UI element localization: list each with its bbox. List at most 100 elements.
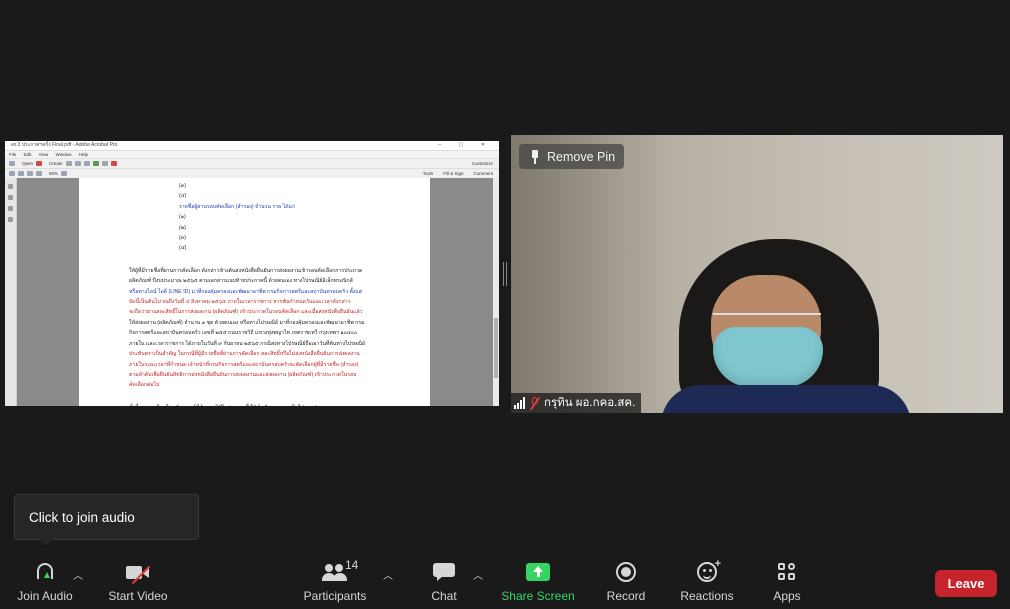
participant-name: กรุทิน ผอ.กคอ.สค. <box>544 397 636 409</box>
start-video-button[interactable]: Start Video <box>105 555 171 609</box>
shared-screen: ex.3 ประกาศฯครั้ง Final.pdf - Adobe Acro… <box>5 141 499 406</box>
reactions-button[interactable]: + Reactions <box>678 555 736 609</box>
next-page-icon <box>18 171 24 176</box>
audio-options-chevron-icon[interactable]: ︿ <box>73 567 83 582</box>
start-video-label: Start Video <box>108 589 168 603</box>
create-label: Create <box>49 161 63 166</box>
doc-line: (๔) <box>179 193 187 200</box>
participants-label: Participants <box>303 589 367 603</box>
join-audio-tooltip: Click to join audio <box>14 494 199 546</box>
remove-pin-label: Remove Pin <box>547 149 616 164</box>
remove-pin-button[interactable]: Remove Pin <box>519 144 625 169</box>
open-icon <box>9 161 15 166</box>
doc-line: (๓) <box>179 235 187 242</box>
share-screen-label: Share Screen <box>501 589 575 603</box>
customize-label: Customize <box>471 161 493 166</box>
mic-muted-icon <box>529 396 540 410</box>
pdf-page: (๓) (๔) รายชื่อผู้ผ่านรอบคัดเลือก (สำรอง) … <box>79 178 430 406</box>
apps-label: Apps <box>773 589 801 603</box>
doc-line: ให้ผู้ที่มีรายชื่อที่ผ่านการคัดเลือก ดัง… <box>129 267 363 274</box>
participants-options-chevron-icon[interactable]: ︿ <box>383 567 393 582</box>
video-background <box>511 135 671 413</box>
share-screen-button[interactable]: Share Screen <box>500 555 576 609</box>
doc-line: ทั้งนี้ รายละเอียดในหลักเกณฑ์ที่กำหนดไว้… <box>129 403 430 406</box>
doc-line: ประทับตราเป็นสำคัญ ในกรณีที่ผู้มีรายชื่อ… <box>129 351 360 358</box>
participants-button[interactable]: 14 Participants <box>300 555 370 609</box>
acrobat-title: ex.3 ประกาศฯครั้ง Final.pdf - Adobe Acro… <box>11 142 118 148</box>
menu-file: File <box>9 152 17 157</box>
sign-icon <box>110 161 117 166</box>
create-icon <box>36 161 43 166</box>
tools-label: Tools <box>422 171 434 176</box>
print-icon <box>74 161 81 166</box>
acrobat-document-area: (๓) (๔) รายชื่อผู้ผ่านรอบคัดเลือก (สำรอง) … <box>5 178 499 406</box>
leave-button[interactable]: Leave <box>935 570 997 597</box>
pin-icon <box>529 149 541 164</box>
tooltip-text: Click to join audio <box>29 509 135 525</box>
doc-line: (๑) <box>179 214 186 221</box>
select-icon <box>27 171 33 176</box>
comment-label: Comment <box>473 171 493 176</box>
join-audio-label: Join Audio <box>17 589 73 603</box>
doc-line: ภายในระยะเวลาที่กำหนด เจ้าหน้าที่กรมกิจก… <box>129 361 359 368</box>
acrobat-menubar: File Edit View Window Help <box>5 151 499 159</box>
settings-icon <box>92 161 99 166</box>
menu-window: Window <box>55 152 72 157</box>
prev-page-icon <box>9 171 15 176</box>
apps-button[interactable]: Apps <box>768 555 806 609</box>
record-label: Record <box>606 589 646 603</box>
bookmark-icon <box>8 195 13 200</box>
fit-icon <box>61 171 68 176</box>
chat-options-chevron-icon[interactable]: ︿ <box>473 567 483 582</box>
doc-line: ให้ส่งผลงาน (ผลิตภัณฑ์) จำนวน ๑ ชุด ด้วย… <box>129 319 365 326</box>
reactions-label: Reactions <box>680 589 734 603</box>
participants-count: 14 <box>345 558 359 572</box>
acrobat-toolbar-top: Open Create Customize <box>5 159 499 169</box>
signature-icon <box>8 217 13 222</box>
chat-label: Chat <box>431 589 457 603</box>
meeting-toolbar: Join Audio ︿ Start Video 14 Participants… <box>0 555 1010 609</box>
menu-help: Help <box>78 152 89 157</box>
participant-video[interactable]: Remove Pin กรุทิน ผอ.กคอ.สค. <box>511 135 1003 413</box>
view-splitter[interactable] <box>503 262 507 286</box>
acrobat-titlebar: ex.3 ประกาศฯครั้ง Final.pdf - Adobe Acro… <box>5 141 499 151</box>
doc-line: คัดเลือกต่อไป <box>129 382 160 389</box>
window-controls: – ▢ ✕ <box>438 142 493 148</box>
share-screen-icon <box>526 563 550 581</box>
record-icon <box>616 562 636 582</box>
hand-icon <box>36 171 42 176</box>
doc-line: บัดนี้เป็นต้นไป จนถึงวันที่ ๔ สิงหาคม ๒๕… <box>129 299 351 306</box>
scroll-thumb <box>494 318 498 378</box>
email-icon <box>83 161 90 166</box>
doc-line: ตามลำดับเพื่อยืนยันสิทธิการส่งหนังสือยืน… <box>129 371 357 378</box>
acrobat-left-rail <box>5 178 17 406</box>
acrobat-customize: Customize <box>472 161 499 166</box>
doc-line: รายชื่อผู้ผ่านรอบคัดเลือก (สำรอง) จำนวน … <box>179 203 296 210</box>
chat-icon <box>433 563 455 581</box>
join-audio-button[interactable]: Join Audio <box>14 555 76 609</box>
participant-image <box>661 235 911 413</box>
fill-sign-label: Fill & Sign <box>443 171 464 176</box>
pages-icon <box>8 184 13 189</box>
zoom-level: 50% <box>49 171 59 176</box>
apps-icon <box>778 563 796 581</box>
doc-line: ผลิตภัณฑ์ ปีงบประมาณ ๒๕๖๕ ตามเอกสารแนบท้… <box>129 278 353 285</box>
chat-button[interactable]: Chat <box>424 555 464 609</box>
doc-line: ภายใน และเวลาราชการ ได้ภายในวันที่ ๙ กัน… <box>129 340 366 347</box>
participant-name-tag: กรุทิน ผอ.กคอ.สค. <box>511 393 642 413</box>
acrobat-scrollbar <box>493 178 499 406</box>
record-button[interactable]: Record <box>604 555 648 609</box>
doc-line: จะถือว่าผ่านสละสิทธิ์ในการส่งผลงาน (ผลิต… <box>129 309 363 316</box>
doc-line: (๓) <box>179 183 187 189</box>
doc-line: กิจการสตรีและสถาบันครอบครัว เลขที่ ๒๕๕ ถ… <box>129 330 358 337</box>
open-label: Open <box>22 161 34 166</box>
doc-line: หรือทางไลน์ ไอดี (LINE ID) มาที่กองคุ้มค… <box>129 288 363 295</box>
comment-icon <box>101 161 108 166</box>
attachment-icon <box>8 206 13 211</box>
menu-edit: Edit <box>23 152 32 157</box>
doc-line: (๒) <box>179 224 186 231</box>
signal-icon <box>514 397 525 409</box>
doc-line: (๔) <box>179 245 187 252</box>
headphones-icon <box>35 563 55 581</box>
acrobat-panels: Tools Fill & Sign Comment <box>423 171 499 176</box>
